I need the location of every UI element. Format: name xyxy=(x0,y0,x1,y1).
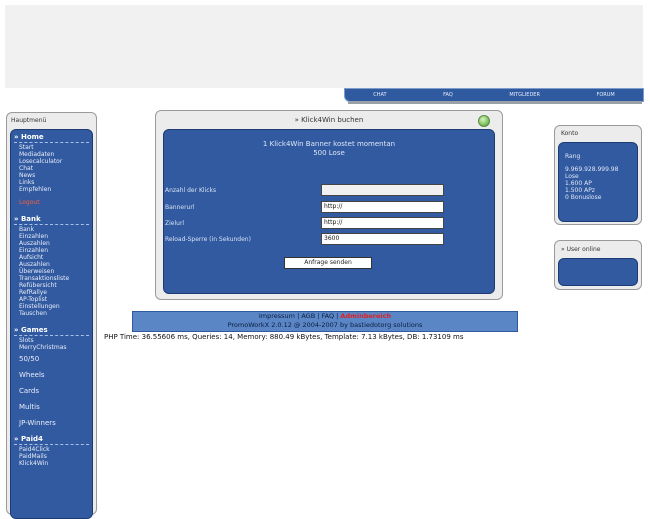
link-logout[interactable]: Logout xyxy=(11,199,92,206)
bannerurl-input[interactable]: http:// xyxy=(321,201,444,213)
link-jp-winners[interactable]: JP-Winners xyxy=(11,415,92,431)
topnav-shadow xyxy=(348,101,642,104)
header-banner xyxy=(5,5,643,88)
link-refuebersicht[interactable]: Refübersicht xyxy=(11,282,92,289)
main-menu-panel: Hauptmenü » Home Start Mediadaten Loseca… xyxy=(6,112,97,519)
link-losecalculator[interactable]: Losecalculator xyxy=(11,158,92,165)
section-games-head: » Games xyxy=(14,326,48,334)
footer-bar: Impressum | AGB | FAQ | Adminbereich Pro… xyxy=(132,311,518,332)
link-chat[interactable]: Chat xyxy=(11,165,92,172)
main-menu-body: » Home Start Mediadaten Losecalculator C… xyxy=(10,129,93,519)
separator xyxy=(14,142,89,143)
account-balance: 9.969.928.999.98 xyxy=(565,166,619,173)
account-ap: 1.600 AP xyxy=(565,180,592,187)
link-klick4win[interactable]: Klick4Win xyxy=(11,460,92,467)
link-empfehlen[interactable]: Empfehlen xyxy=(11,186,92,193)
link-slots[interactable]: Slots xyxy=(11,337,92,344)
topnav-faq[interactable]: FAQ xyxy=(443,92,453,98)
account-apz: 1.500 APz xyxy=(565,187,595,194)
label-reload: Reload-Sperre (in Sekunden) xyxy=(165,236,251,243)
zielurl-input[interactable]: http:// xyxy=(321,217,444,229)
section-home-head: » Home xyxy=(14,133,44,141)
link-bank[interactable]: Bank xyxy=(11,226,92,233)
account-bonuslose: 0 Bonuslose xyxy=(565,194,602,201)
link-ueberweisen[interactable]: Überweisen xyxy=(11,268,92,275)
topnav-forum[interactable]: FORUM xyxy=(596,92,614,98)
link-faq[interactable]: FAQ xyxy=(322,312,335,320)
topnav-chat[interactable]: CHAT xyxy=(373,92,386,98)
topnav-members[interactable]: MITGLIEDER xyxy=(509,92,540,98)
link-cards[interactable]: Cards xyxy=(11,383,92,399)
klick4win-form: 1 Klick4Win Banner kostet momentan 500 L… xyxy=(163,129,495,294)
separator xyxy=(14,444,89,445)
link-tauschen[interactable]: Tauschen xyxy=(11,310,92,317)
link-refrallye[interactable]: RefRallye xyxy=(11,289,92,296)
account-body: Rang 9.969.928.999.98 Lose 1.600 AP 1.50… xyxy=(558,142,638,222)
section-bank-head: » Bank xyxy=(14,215,41,223)
link-einzahlen-2[interactable]: Einzahlen xyxy=(11,247,92,254)
link-paid4click[interactable]: Paid4Click xyxy=(11,446,92,453)
link-adminbereich[interactable]: Adminbereich xyxy=(340,312,391,320)
link-mediadaten[interactable]: Mediadaten xyxy=(11,151,92,158)
link-transaktionsliste[interactable]: Transaktionsliste xyxy=(11,275,92,282)
price-info: 1 Klick4Win Banner kostet momentan xyxy=(262,140,396,148)
price-value: 500 Lose xyxy=(313,149,345,157)
php-stats: PHP Time: 36.55606 ms, Queries: 14, Memo… xyxy=(104,333,464,341)
link-5050[interactable]: 50/50 xyxy=(11,351,92,367)
main-menu-title: Hauptmenü xyxy=(11,117,47,124)
separator xyxy=(14,224,89,225)
link-links[interactable]: Links xyxy=(11,179,92,186)
link-paidmails[interactable]: PaidMails xyxy=(11,453,92,460)
link-start[interactable]: Start xyxy=(11,144,92,151)
submit-button[interactable]: Anfrage senden xyxy=(284,257,372,269)
users-online-title: » User online xyxy=(561,246,601,253)
link-news[interactable]: News xyxy=(11,172,92,179)
account-panel: Konto Rang 9.969.928.999.98 Lose 1.600 A… xyxy=(554,125,642,225)
link-einstellungen[interactable]: Einstellungen xyxy=(11,303,92,310)
link-einzahlen[interactable]: Einzahlen xyxy=(11,233,92,240)
panel-title: » Klick4Win buchen xyxy=(294,116,364,124)
separator xyxy=(14,335,89,336)
account-rank: Rang xyxy=(565,153,581,160)
link-wheels[interactable]: Wheels xyxy=(11,367,92,383)
section-paid4-head: » Paid4 xyxy=(14,435,43,443)
link-auszahlen-2[interactable]: Auszahlen xyxy=(11,261,92,268)
link-multis[interactable]: Multis xyxy=(11,399,92,415)
users-online-panel: » User online xyxy=(554,240,642,290)
label-bannerurl: Bannerurl xyxy=(165,204,195,211)
account-title: Konto xyxy=(561,130,579,137)
footer-credit: PromoWorkX 2.0.12 @ 2004-2007 by bastied… xyxy=(227,321,423,329)
klick4win-panel: » Klick4Win buchen 1 Klick4Win Banner ko… xyxy=(155,110,503,300)
clicks-input[interactable] xyxy=(321,184,444,196)
link-aufsicht[interactable]: Aufsicht xyxy=(11,254,92,261)
link-agb[interactable]: AGB xyxy=(301,312,315,320)
top-navigation: CHAT FAQ MITGLIEDER FORUM xyxy=(344,88,644,102)
link-auszahlen[interactable]: Auszahlen xyxy=(11,240,92,247)
label-zielurl: Zielurl xyxy=(165,220,185,227)
label-clicks: Anzahl der Klicks xyxy=(165,187,217,194)
users-online-body xyxy=(558,258,638,286)
status-indicator-icon xyxy=(478,115,490,127)
link-ap-toplist[interactable]: AP-Toplist xyxy=(11,296,92,303)
link-merrychristmas[interactable]: MerryChristmas xyxy=(11,344,92,351)
account-lose: Lose xyxy=(565,173,579,180)
link-impressum[interactable]: Impressum xyxy=(259,312,295,320)
reload-input[interactable]: 3600 xyxy=(321,233,444,245)
